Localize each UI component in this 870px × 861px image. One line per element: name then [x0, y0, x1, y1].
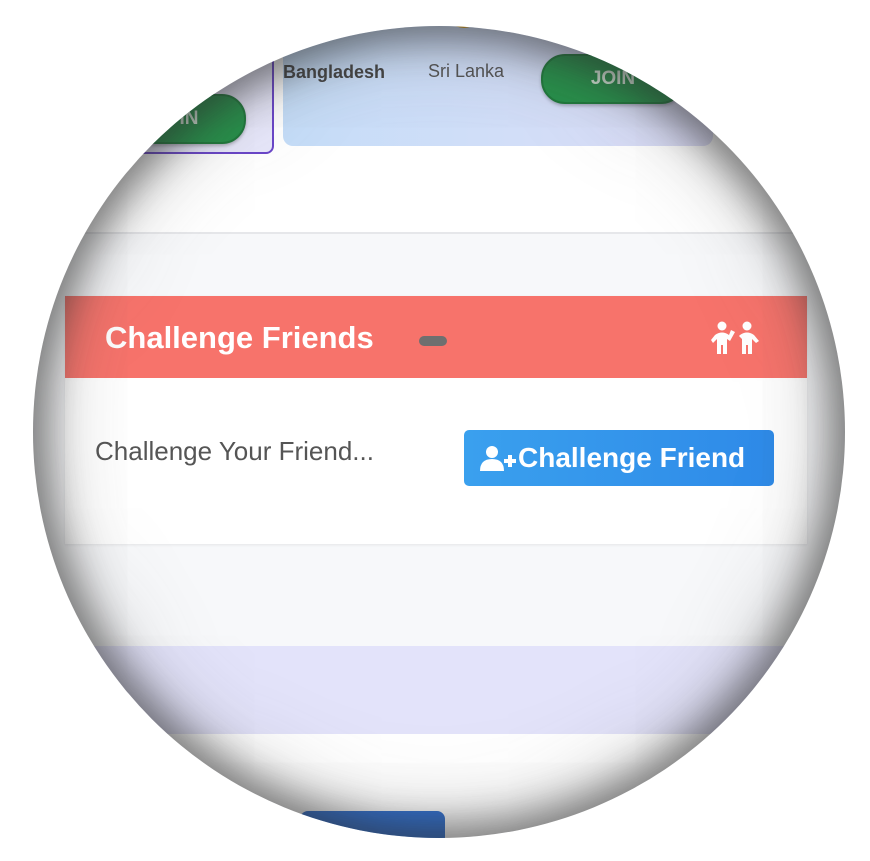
join-button-left[interactable]: IN — [132, 94, 246, 144]
challenge-description: Challenge Your Friend... — [95, 436, 374, 466]
vs-label: VS — [386, 26, 421, 31]
lavender-section — [33, 646, 845, 734]
matches-strip: IN Bangladesh VS Sri Lanka JOIN — [33, 26, 845, 234]
magnifier-lens: IN Bangladesh VS Sri Lanka JOIN Challeng… — [33, 26, 845, 838]
srilanka-flag-icon — [445, 26, 483, 28]
match-card-left[interactable]: IN — [60, 26, 274, 154]
blue-button-partial[interactable] — [300, 811, 445, 838]
collapse-toggle[interactable] — [419, 336, 447, 346]
team1-name: Bangladesh — [283, 62, 386, 82]
add-user-icon — [480, 446, 516, 471]
join-button[interactable]: JOIN — [541, 54, 685, 104]
page-content: IN Bangladesh VS Sri Lanka JOIN Challeng… — [33, 26, 845, 838]
challenge-friends-title: Challenge Friends — [105, 320, 374, 355]
challenge-friends-card: Challenge Friends Challenge Your Friend.… — [65, 296, 807, 544]
bangladesh-flag-icon — [315, 26, 353, 28]
match-card-bangladesh-srilanka[interactable]: Bangladesh VS Sri Lanka JOIN — [283, 26, 713, 146]
challenge-friend-button[interactable]: Challenge Friend — [464, 430, 774, 486]
challenge-friends-header: Challenge Friends — [65, 296, 807, 378]
friends-icon — [711, 321, 759, 360]
team2-name: Sri Lanka — [428, 61, 505, 81]
